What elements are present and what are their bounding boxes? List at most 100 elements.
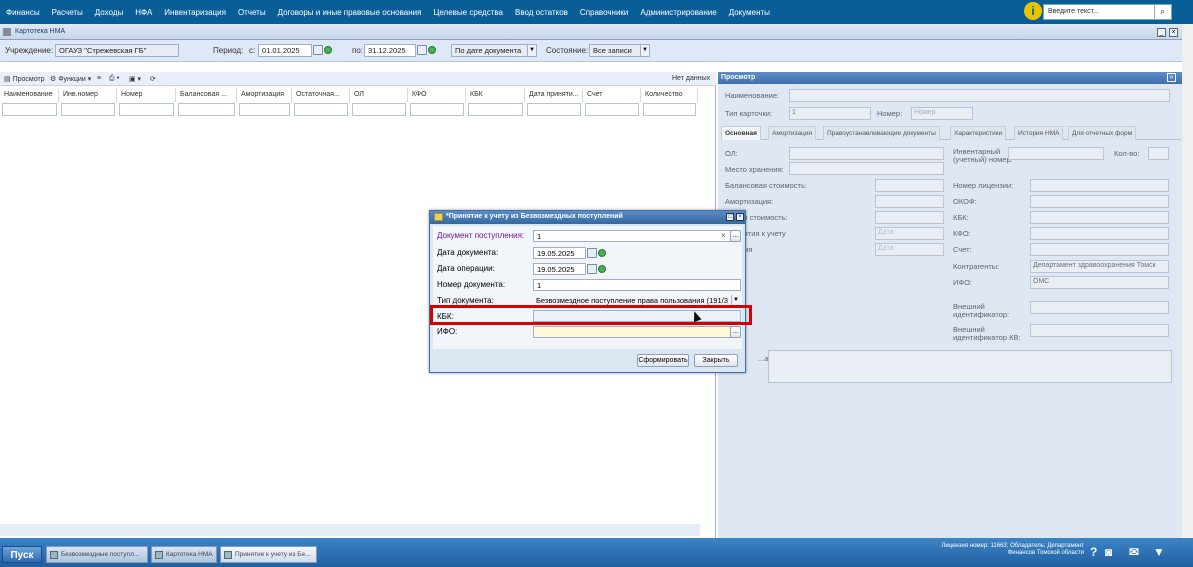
menu-item[interactable]: Справочники [580, 8, 628, 17]
column-filter-input[interactable] [410, 103, 464, 116]
column-header[interactable]: КФО [408, 88, 466, 102]
camera-icon[interactable]: ◙ [1105, 545, 1112, 559]
chevron-down-icon[interactable]: ▼ [1153, 545, 1165, 559]
doc-date-input[interactable]: 19.05.2025 [533, 247, 586, 259]
menu-item[interactable]: Администрирование [640, 8, 716, 17]
column-filter-input[interactable] [352, 103, 406, 116]
menu-item[interactable]: Финансы [6, 8, 40, 17]
doc-num-input[interactable]: 1 [533, 279, 741, 291]
calendar-icon[interactable] [417, 45, 427, 55]
export-icon[interactable]: ▣ ▾ [129, 75, 141, 83]
tab-history[interactable]: История НМА [1014, 126, 1064, 140]
minimize-icon[interactable]: _ [1157, 28, 1166, 37]
lookup-button[interactable]: … [730, 230, 741, 242]
menu-item[interactable]: НФА [135, 8, 152, 17]
print-icon[interactable]: ⎙ ▾ [109, 75, 120, 83]
doc-field[interactable]: 1 [533, 230, 733, 242]
inv-field [1008, 147, 1104, 160]
period-label: Период: [213, 46, 244, 55]
ifo-input[interactable] [533, 326, 731, 338]
search-icon[interactable]: ⌕ [1154, 5, 1170, 19]
refresh-icon[interactable]: ⟳ [150, 75, 156, 83]
column-filter-input[interactable] [294, 103, 348, 116]
menu-item[interactable]: Документы [729, 8, 770, 17]
license-info: Лицензия номер: 11663; Обладатель: Депар… [941, 543, 1084, 556]
column-header[interactable]: Инв.номер [59, 88, 117, 102]
task-item-active[interactable]: Принятие к учету из Бе... [220, 546, 317, 563]
tab-legal-docs[interactable]: Правоустанавливающие документы [823, 126, 940, 140]
preview-title: Просмотр [718, 72, 1183, 84]
collapse-icon[interactable]: » [1167, 73, 1176, 82]
info-icon[interactable]: i [1024, 2, 1042, 20]
tab-amortization[interactable]: Амортизация [768, 126, 816, 140]
refresh-icon[interactable] [428, 46, 436, 54]
column-filter-input[interactable] [527, 103, 581, 116]
tab-characteristics[interactable]: Характеристики [950, 126, 1007, 140]
column-header[interactable]: Остаточная... [292, 88, 350, 102]
maximize-icon[interactable]: □ [726, 213, 734, 221]
mail-icon[interactable]: ✉ [1129, 545, 1139, 559]
horizontal-scrollbar[interactable] [0, 524, 700, 536]
chevron-down-icon[interactable]: ▼ [640, 45, 649, 56]
column-filter-input[interactable] [178, 103, 235, 116]
refresh-icon[interactable] [598, 249, 606, 257]
menu-item[interactable]: Инвентаризация [164, 8, 226, 17]
functions-button[interactable]: ⚙ Функции ▾ [50, 75, 91, 83]
date-type-select[interactable]: По дате документа [451, 44, 537, 57]
column-header[interactable]: Амортизация [237, 88, 292, 102]
search-input[interactable]: Введите текст... [1043, 4, 1172, 20]
op-date-input[interactable]: 19.05.2025 [533, 263, 586, 275]
column-filter-input[interactable] [119, 103, 174, 116]
menu-item[interactable]: Доходы [95, 8, 123, 17]
window-icon [155, 551, 163, 559]
close-icon[interactable]: × [736, 213, 744, 221]
column-filter-input[interactable] [2, 103, 57, 116]
menu-item[interactable]: Договоры и иные правовые основания [278, 8, 422, 17]
folder-icon [434, 213, 443, 221]
task-item[interactable]: Картотека НМА [151, 546, 217, 563]
start-button[interactable]: Пуск [2, 546, 42, 563]
column-header[interactable]: Балансовая ... [176, 88, 237, 102]
close-button[interactable]: Закрыть [694, 354, 738, 367]
menu-item[interactable]: Ввод остатков [515, 8, 568, 17]
form-button[interactable]: Сформировать [637, 354, 689, 367]
close-icon[interactable]: × [1169, 28, 1178, 37]
view-button[interactable]: ▤ Просмотр [4, 75, 45, 83]
grid-toolbar: ▤ Просмотр ⚙ Функции ▾ ≡ ⎙ ▾ ▣ ▾ ⟳ Нет д… [0, 72, 716, 86]
list-icon[interactable]: ≡ [97, 75, 101, 82]
from-date-input[interactable]: 01.01.2025 [258, 44, 312, 57]
tab-main[interactable]: Основная [721, 126, 761, 140]
chevron-down-icon[interactable]: ▼ [527, 45, 536, 56]
vertical-scrollbar[interactable] [1182, 24, 1193, 538]
column-filter-input[interactable] [585, 103, 639, 116]
menu-item[interactable]: Целевые средства [433, 8, 503, 17]
column-header[interactable]: КБК [466, 88, 525, 102]
task-item[interactable]: Безвозмездные поступл... [46, 546, 148, 563]
clear-icon[interactable]: × [721, 231, 726, 240]
column-header[interactable]: Наименование [0, 88, 59, 102]
help-icon[interactable]: ? [1090, 545, 1097, 559]
column-header[interactable]: Счет [583, 88, 641, 102]
column-filter-input[interactable] [643, 103, 696, 116]
note-field [768, 350, 1172, 383]
column-header[interactable]: ОЛ [350, 88, 408, 102]
menu-item[interactable]: Расчеты [52, 8, 83, 17]
lookup-button[interactable]: … [730, 326, 741, 338]
to-date-input[interactable]: 31.12.2025 [364, 44, 416, 57]
column-filter-input[interactable] [239, 103, 290, 116]
calendar-icon[interactable] [587, 264, 597, 274]
column-header[interactable]: Номер [117, 88, 176, 102]
refresh-icon[interactable] [598, 265, 606, 273]
calendar-icon[interactable] [313, 45, 323, 55]
column-filter-input[interactable] [61, 103, 115, 116]
calendar-icon[interactable] [587, 248, 597, 258]
tab-report-forms[interactable]: Для отчетных форм [1068, 126, 1137, 140]
doc-label[interactable]: Документ поступления: [437, 231, 524, 240]
column-header[interactable]: Дата приняти... [525, 88, 583, 102]
column-filter-input[interactable] [468, 103, 523, 116]
org-field[interactable]: ОГАУЗ "Стрежевская ГБ" [55, 44, 179, 57]
menu-item[interactable]: Отчеты [238, 8, 266, 17]
refresh-icon[interactable] [324, 46, 332, 54]
ext-id-kv-label: Внешний идентификатор КВ: [953, 325, 1021, 342]
column-header[interactable]: Количество [641, 88, 698, 102]
